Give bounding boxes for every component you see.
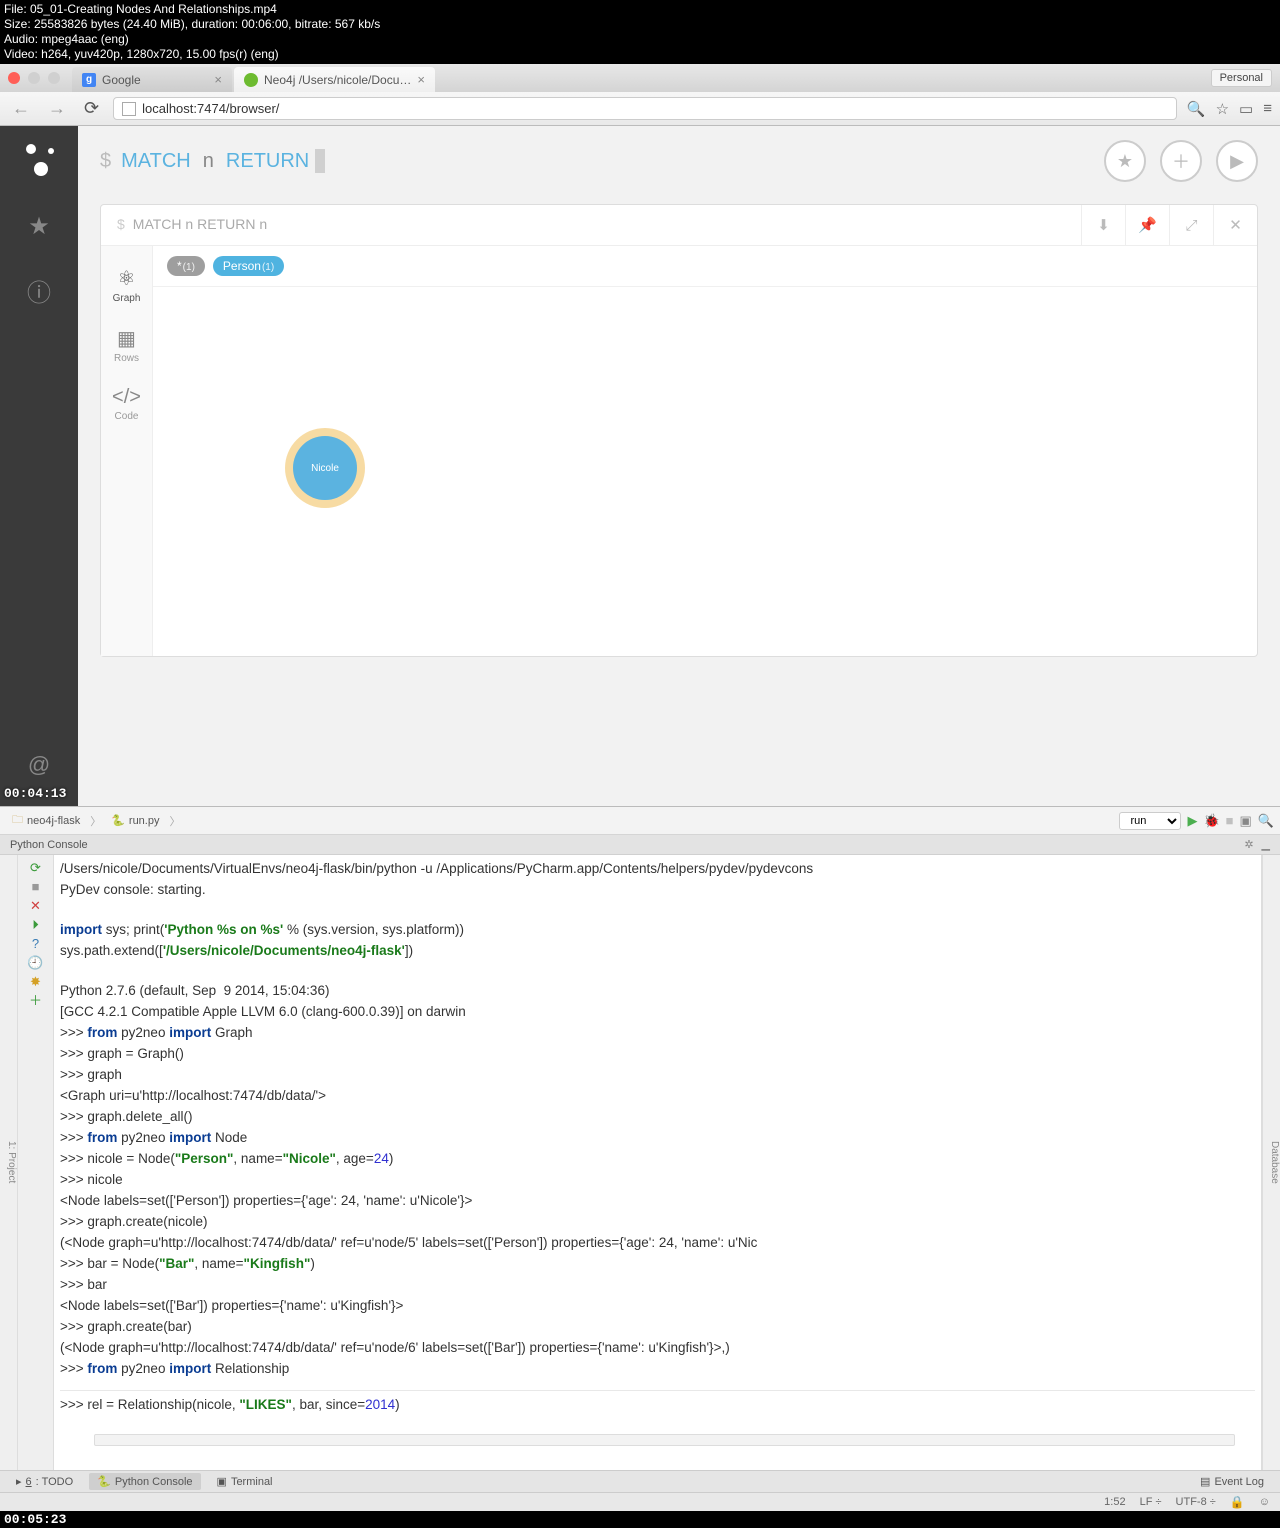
left-tool-strip: 1: Project 7: Structure 2: Favorites — [0, 855, 18, 1470]
run-config-select[interactable]: run — [1119, 812, 1181, 830]
stop-icon[interactable]: ■ — [32, 880, 40, 893]
timestamp-overlay: 00:04:13 — [4, 787, 66, 800]
horizontal-scrollbar[interactable] — [94, 1434, 1235, 1446]
rerun-icon[interactable]: ⟳ — [30, 861, 41, 874]
tab-neo4j-label: Neo4j /Users/nicole/Docu… — [264, 73, 411, 87]
caret-position: 1:52 — [1104, 1496, 1125, 1508]
variable-n: n — [203, 150, 214, 173]
graph-canvas[interactable]: *(1) Person(1) Nicole — [153, 246, 1257, 656]
tab-event-log[interactable]: ▤ Event Log — [1192, 1473, 1272, 1490]
video-size: Size: 25583826 bytes (24.40 MiB), durati… — [4, 17, 1276, 32]
close-card-icon[interactable]: ✕ — [1213, 205, 1257, 245]
watch-icon[interactable]: ✸ — [30, 975, 41, 988]
settings-icon[interactable]: ✲ — [1244, 838, 1253, 851]
label-pill-all[interactable]: *(1) — [167, 256, 205, 276]
tab-python-console[interactable]: 🐍 Python Console — [89, 1473, 200, 1490]
close-tab-icon[interactable]: × — [417, 72, 425, 87]
console-title-bar: Python Console ✲ ▁ — [0, 835, 1280, 855]
pycharm-ide: 🗀neo4j-flask 〉 🐍run.py 〉 run ▶ 🐞 ■ ▣ 🔍 P… — [0, 806, 1280, 1511]
right-tool-strip[interactable]: Database — [1262, 855, 1280, 1470]
google-favicon-icon: g — [82, 73, 96, 87]
neo4j-sidebar: ★ ⓘ @ — [0, 126, 78, 806]
expand-icon[interactable]: ⤢ — [1169, 205, 1213, 245]
neo4j-logo-icon[interactable] — [24, 144, 54, 180]
tab-google-label: Google — [102, 73, 141, 87]
breadcrumb-file[interactable]: 🐍run.py — [105, 813, 165, 828]
page-icon — [122, 102, 136, 116]
result-card: $MATCH n RETURN n ⬇ 📌 ⤢ ✕ ⚛Graph ▦Rows <… — [100, 204, 1258, 657]
keyword-return: RETURN — [226, 150, 309, 173]
address-bar[interactable]: localhost:7474/browser/ — [113, 97, 1177, 120]
cursor — [315, 149, 325, 173]
file-encoding[interactable]: UTF-8 ÷ — [1176, 1496, 1216, 1508]
tab-terminal[interactable]: ▣ Terminal — [209, 1473, 281, 1490]
breadcrumb-project[interactable]: 🗀neo4j-flask — [6, 810, 86, 831]
tab-google[interactable]: g Google × — [72, 67, 232, 92]
neo4j-browser: ★ ⓘ @ $ MATCH n RETURN ★ ＋ ▶ $MATCH n RE… — [0, 126, 1280, 806]
zoom-window-icon[interactable] — [48, 72, 60, 84]
menu-icon[interactable]: ≡ — [1263, 100, 1272, 118]
label-pill-person[interactable]: Person(1) — [213, 256, 284, 276]
url-text: localhost:7474/browser/ — [142, 101, 279, 116]
timestamp-overlay-bottom: 00:05:23 — [0, 1511, 1280, 1528]
add-query-button[interactable]: ＋ — [1160, 140, 1202, 182]
at-icon[interactable]: @ — [28, 752, 50, 778]
video-audio: Audio: mpeg4aac (eng) — [4, 32, 1276, 47]
run-icon[interactable]: ▶ — [1187, 813, 1197, 829]
status-bar: 1:52 LF ÷ UTF-8 ÷ 🔒 ☺ — [0, 1492, 1280, 1511]
stop-icon[interactable]: ■ — [1226, 813, 1234, 828]
python-console[interactable]: /Users/nicole/Documents/VirtualEnvs/neo4… — [54, 855, 1262, 1470]
query-editor[interactable]: $ MATCH n RETURN — [100, 149, 1090, 173]
debug-icon[interactable]: 🐞 — [1203, 813, 1219, 829]
bookmark-star-icon[interactable]: ☆ — [1216, 100, 1229, 118]
tab-neo4j[interactable]: Neo4j /Users/nicole/Docu… × — [234, 67, 435, 92]
tab-todo[interactable]: ▸ 6: TODO — [8, 1473, 81, 1490]
console-gutter: ⟳ ■ ✕ ⏵ ? 🕘 ✸ ＋ — [18, 855, 54, 1470]
layout-icon[interactable]: ▣ — [1240, 813, 1252, 829]
run-query-button[interactable]: ▶ — [1216, 140, 1258, 182]
close-tab-icon[interactable]: × — [214, 72, 222, 87]
view-tab-rows[interactable]: ▦Rows — [101, 318, 152, 378]
video-metadata: File: 05_01-Creating Nodes And Relations… — [0, 0, 1280, 64]
card-query-text: $MATCH n RETURN n — [101, 206, 1081, 244]
history-icon[interactable]: 🕘 — [27, 956, 43, 969]
view-tab-graph[interactable]: ⚛Graph — [101, 258, 152, 318]
sidebar-project[interactable]: 1: Project — [6, 861, 17, 1464]
view-tabs: ⚛Graph ▦Rows </>Code — [101, 246, 153, 656]
forward-button[interactable]: → — [44, 98, 70, 119]
browser-tab-bar: g Google × Neo4j /Users/nicole/Docu… × P… — [0, 64, 1280, 92]
info-icon[interactable]: ⓘ — [27, 273, 51, 308]
video-video: Video: h264, yuv420p, 1280x720, 15.00 fp… — [4, 47, 1276, 62]
execute-icon[interactable]: ⏵ — [32, 918, 39, 931]
minimize-panel-icon[interactable]: ▁ — [1262, 838, 1270, 851]
search-icon[interactable]: 🔍 — [1258, 813, 1274, 829]
present-icon[interactable]: ▭ — [1239, 100, 1253, 118]
bottom-tool-tabs: ▸ 6: TODO 🐍 Python Console ▣ Terminal ▤ … — [0, 1470, 1280, 1492]
minimize-window-icon[interactable] — [28, 72, 40, 84]
search-icon[interactable]: 🔍 — [1187, 100, 1206, 118]
graph-node-nicole[interactable]: Nicole — [293, 436, 357, 500]
help-icon[interactable]: ? — [32, 937, 39, 950]
favorites-icon[interactable]: ★ — [28, 212, 50, 241]
close-window-icon[interactable] — [8, 72, 20, 84]
add-icon[interactable]: ＋ — [29, 994, 42, 1007]
video-file: File: 05_01-Creating Nodes And Relations… — [4, 2, 1276, 17]
neo4j-favicon-icon — [244, 73, 258, 87]
profile-badge[interactable]: Personal — [1211, 69, 1272, 87]
favorite-query-button[interactable]: ★ — [1104, 140, 1146, 182]
back-button[interactable]: ← — [8, 98, 34, 119]
reload-button[interactable]: ⟳ — [80, 98, 103, 119]
line-separator[interactable]: LF ÷ — [1140, 1496, 1162, 1508]
lock-icon[interactable]: 🔒 — [1230, 1495, 1245, 1509]
pin-icon[interactable]: 📌 — [1125, 205, 1169, 245]
window-controls — [8, 72, 60, 84]
close-console-icon[interactable]: ✕ — [30, 899, 41, 912]
browser-toolbar: ← → ⟳ localhost:7474/browser/ 🔍 ☆ ▭ ≡ — [0, 92, 1280, 126]
view-tab-code[interactable]: </>Code — [101, 378, 152, 436]
download-icon[interactable]: ⬇ — [1081, 205, 1125, 245]
console-title-label: Python Console — [10, 839, 88, 851]
hector-icon[interactable]: ☺ — [1259, 1496, 1270, 1508]
keyword-match: MATCH — [121, 150, 191, 173]
breadcrumb-bar: 🗀neo4j-flask 〉 🐍run.py 〉 run ▶ 🐞 ■ ▣ 🔍 — [0, 807, 1280, 835]
